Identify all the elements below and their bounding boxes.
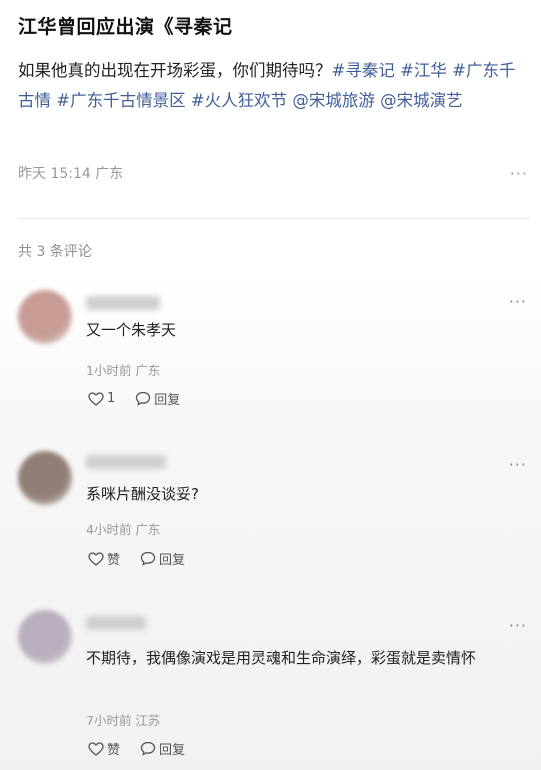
post-timestamp: 昨天 15:14 广东	[18, 166, 124, 182]
reply-button[interactable]: 回复	[140, 739, 185, 758]
comment-actions: 1 回复	[88, 389, 180, 408]
like-label: 1	[107, 391, 116, 406]
comment-bubble-icon	[136, 391, 151, 406]
post-meta-row: 昨天 15:14 广东 ···	[18, 163, 528, 183]
like-button[interactable]: 赞	[88, 739, 120, 758]
heart-icon	[88, 551, 104, 566]
mention-link[interactable]: @宋城旅游	[292, 91, 380, 110]
heart-icon	[88, 391, 104, 406]
reply-button[interactable]: 回复	[135, 389, 180, 408]
comment-meta: 4小时前 广东	[86, 522, 161, 537]
mention-link[interactable]: @宋城演艺	[380, 91, 463, 110]
comment-count: 共 3 条评论	[18, 244, 92, 260]
hashtag-link[interactable]: #广东千古情景区	[56, 91, 191, 110]
reply-button[interactable]: 回复	[140, 549, 185, 568]
like-label: 赞	[107, 553, 121, 568]
like-button[interactable]: 1	[88, 391, 115, 406]
avatar[interactable]	[18, 610, 72, 664]
reply-label: 回复	[159, 553, 186, 568]
avatar[interactable]	[18, 451, 72, 505]
username-blurred[interactable]	[86, 455, 166, 469]
avatar[interactable]	[18, 290, 72, 344]
heart-icon	[88, 741, 104, 756]
post-title: 江华曾回应出演《寻秦记	[18, 16, 233, 38]
comment-text: 又一个朱孝天	[86, 321, 177, 339]
comment-bubble-icon	[140, 551, 156, 566]
username-blurred[interactable]	[86, 296, 160, 310]
comment-more-icon[interactable]: ···	[509, 455, 527, 474]
username-blurred[interactable]	[86, 616, 146, 630]
comment-more-icon[interactable]: ···	[509, 616, 527, 635]
post-body: 如果他真的出现在开场彩蛋，你们期待吗？#寻秦记 #江华 #广东千古情 #广东千古…	[18, 56, 523, 116]
comment-meta: 7小时前 江苏	[86, 713, 161, 728]
comment-bubble-icon	[140, 741, 156, 756]
like-label: 赞	[107, 743, 121, 758]
hashtag-link[interactable]: #寻秦记 #江华	[332, 61, 453, 80]
comment-actions: 赞 回复	[88, 739, 185, 758]
comment-text: 系咪片酬没谈妥?	[86, 485, 199, 503]
divider	[18, 218, 530, 219]
post-more-icon[interactable]: ···	[510, 164, 528, 183]
hashtag-link[interactable]: #火人狂欢节	[191, 91, 293, 110]
comment-meta: 1小时前 广东	[86, 363, 161, 378]
like-button[interactable]: 赞	[88, 549, 120, 568]
comment-more-icon[interactable]: ···	[509, 292, 527, 311]
post-body-text: 如果他真的出现在开场彩蛋，你们期待吗？	[18, 61, 332, 80]
reply-label: 回复	[159, 743, 186, 758]
reply-label: 回复	[154, 393, 181, 408]
comment-text: 不期待，我偶像演戏是用灵魂和生命演绎，彩蛋就是卖情怀	[86, 649, 477, 667]
comment-actions: 赞 回复	[88, 549, 185, 568]
comments-background	[0, 270, 541, 770]
